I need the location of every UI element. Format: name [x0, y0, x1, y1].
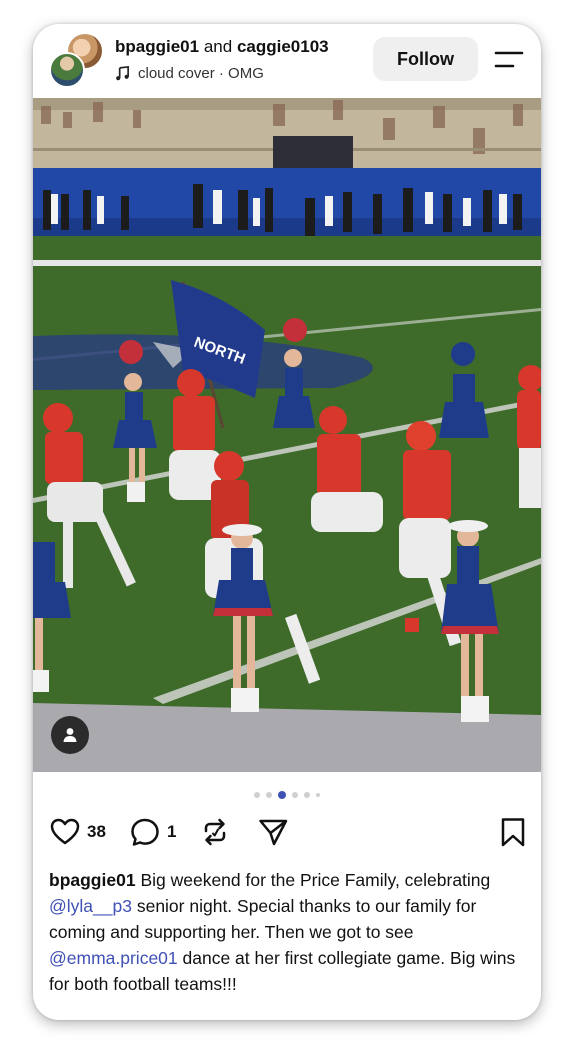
avatar[interactable] [49, 52, 85, 88]
repost-icon [204, 818, 226, 846]
mention-link[interactable]: @emma.price01 [49, 948, 178, 968]
username-link[interactable]: caggie0103 [237, 37, 329, 56]
carousel-indicator [33, 790, 541, 800]
heart-icon [50, 818, 80, 845]
comment-count: 1 [167, 822, 177, 841]
carousel-dot [266, 792, 272, 798]
audio-title: cloud cover · OMG [138, 65, 264, 82]
football-field-photo: NORTH [33, 98, 541, 772]
post-header: bpaggie01 and caggie0103 cloud cover · O… [33, 24, 541, 98]
post-media[interactable]: NORTH [33, 98, 541, 772]
comment-icon [131, 818, 159, 846]
carousel-dot [254, 792, 260, 798]
caption-text: Big weekend for the Price Family, celebr… [140, 870, 491, 890]
carousel-dot-active [278, 791, 286, 799]
author-names: bpaggie01 and caggie0103 [115, 37, 329, 57]
menu-icon[interactable] [493, 48, 525, 72]
comment-button[interactable]: 1 [129, 816, 176, 848]
carousel-dot [316, 793, 320, 797]
carousel-dot [292, 792, 298, 798]
username-link[interactable]: bpaggie01 [115, 37, 199, 56]
avatar-group[interactable] [49, 34, 103, 88]
carousel-dot [304, 792, 310, 798]
action-bar: 38 1 [49, 816, 529, 852]
share-button[interactable] [257, 816, 289, 848]
music-note-icon [116, 66, 129, 81]
post-card: bpaggie01 and caggie0103 cloud cover · O… [33, 24, 541, 1020]
save-button[interactable] [497, 816, 529, 848]
send-icon [259, 819, 288, 846]
like-button[interactable]: 38 [49, 816, 106, 848]
audio-link[interactable]: cloud cover · OMG [115, 65, 264, 82]
mention-link[interactable]: @lyla__p3 [49, 896, 132, 916]
post-caption: bpaggie01 Big weekend for the Price Fami… [49, 867, 529, 997]
caption-username[interactable]: bpaggie01 [49, 870, 136, 890]
follow-button[interactable]: Follow [373, 37, 478, 81]
joiner-text: and [203, 37, 233, 56]
repost-button[interactable] [199, 816, 231, 848]
like-count: 38 [87, 822, 106, 841]
bookmark-icon [501, 818, 525, 847]
person-tag-icon[interactable] [51, 716, 89, 754]
